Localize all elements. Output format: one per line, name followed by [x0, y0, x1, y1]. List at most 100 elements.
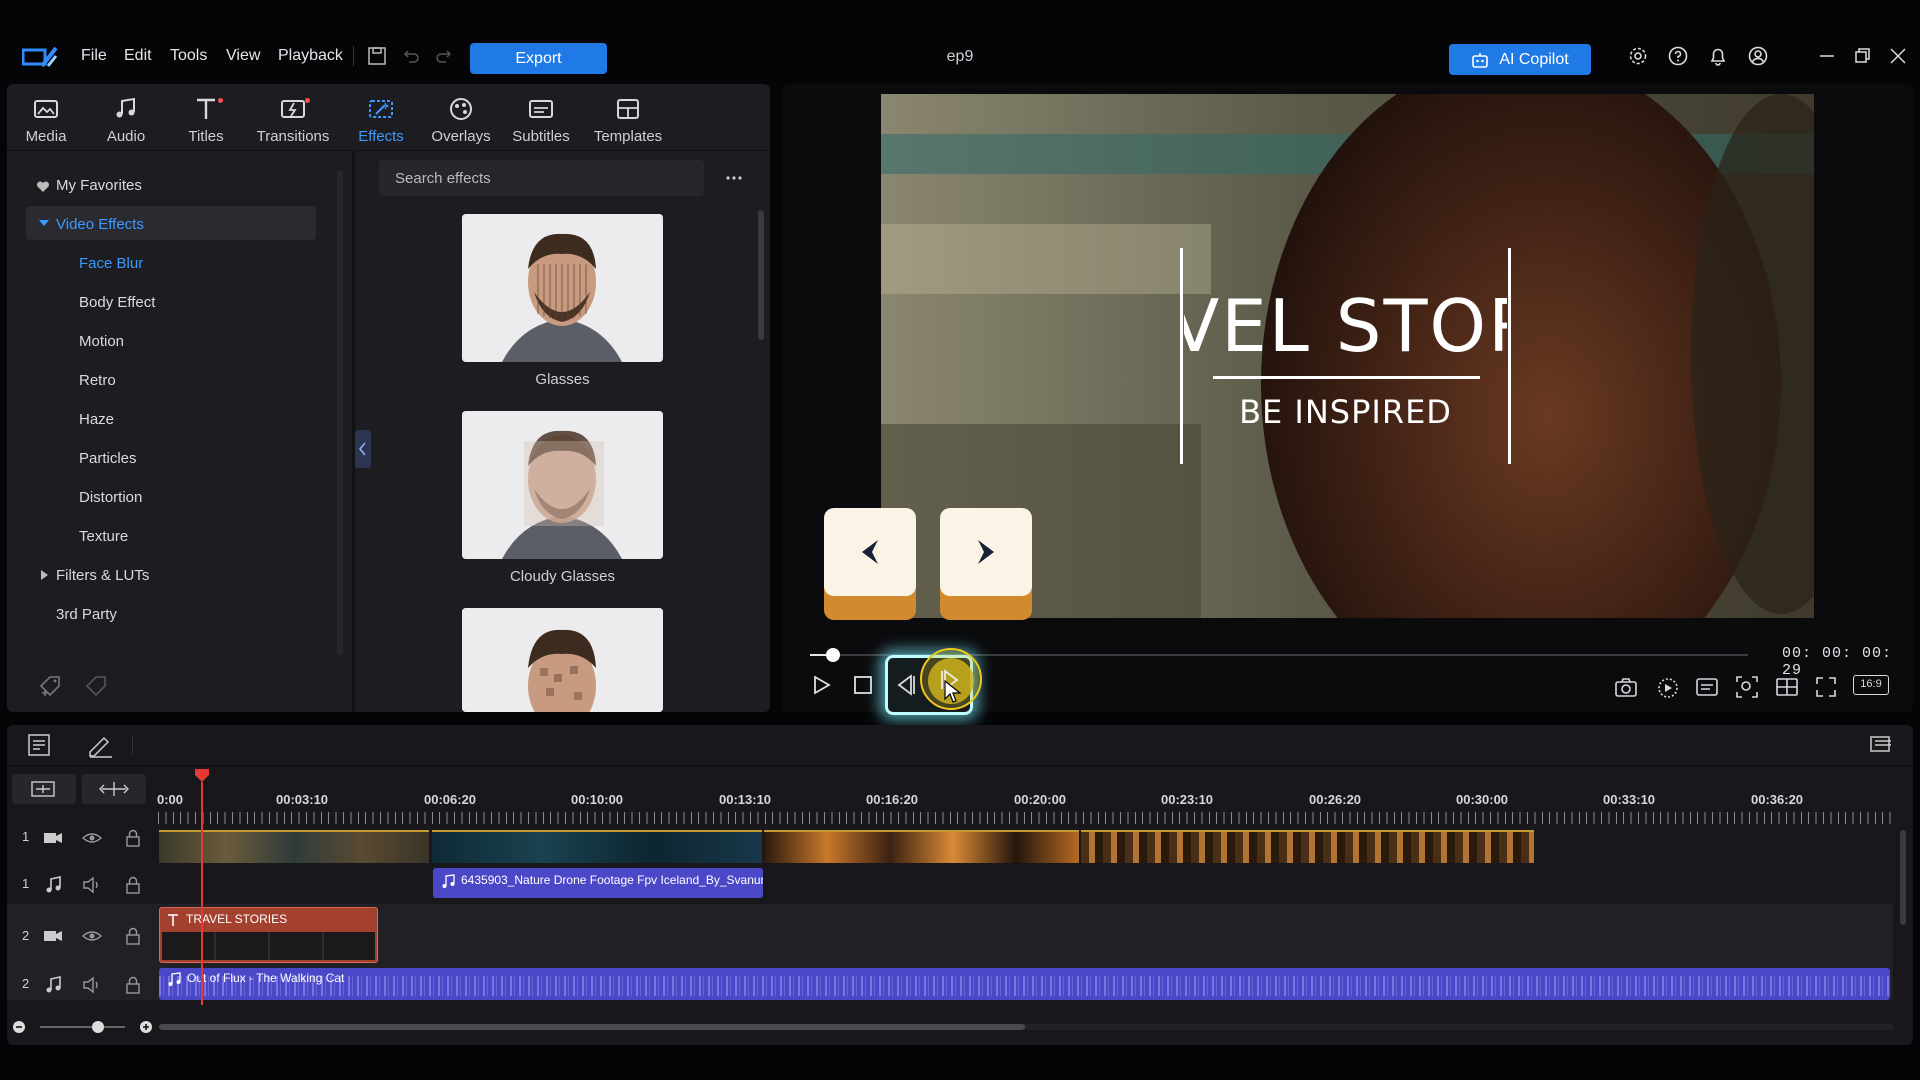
category-motion[interactable]: Motion — [79, 333, 124, 350]
help-icon[interactable] — [1667, 45, 1689, 67]
ruler-label: 00:13:10 — [719, 792, 772, 807]
pen-tool-icon[interactable] — [86, 732, 114, 758]
zoom-slider-handle[interactable] — [92, 1021, 104, 1033]
zoom-slider-track[interactable] — [40, 1026, 125, 1028]
fullscreen-icon[interactable] — [1813, 674, 1839, 700]
close-icon[interactable] — [1887, 45, 1909, 67]
fit-timeline-button[interactable] — [82, 774, 146, 804]
category-my-favorites[interactable]: My Favorites — [56, 177, 142, 194]
category-retro[interactable]: Retro — [79, 372, 116, 389]
menu-file[interactable]: File — [81, 47, 107, 65]
more-options-icon[interactable] — [724, 170, 744, 186]
export-button[interactable]: Export — [470, 43, 607, 74]
search-effects-input[interactable]: Search effects — [379, 160, 704, 196]
collapse-panel-button[interactable] — [355, 430, 371, 468]
subtitle-toggle-icon[interactable] — [1694, 674, 1720, 700]
menu-edit[interactable]: Edit — [124, 47, 152, 65]
ruler-ticks[interactable] — [158, 812, 1893, 824]
effects-scrollbar[interactable] — [758, 210, 764, 340]
tab-titles[interactable]: Titles — [166, 94, 246, 154]
tab-audio[interactable]: Audio — [86, 94, 166, 154]
audio-clip-drone[interactable]: 6435903_Nature Drone Footage Fpv Iceland… — [433, 868, 763, 898]
ruler-label: 00:03:10 — [276, 792, 329, 807]
play-icon[interactable] — [809, 673, 833, 697]
add-track-button[interactable] — [12, 774, 76, 804]
tab-effects[interactable]: Effects — [341, 94, 421, 154]
category-filters-luts[interactable]: Filters & LUTs — [56, 567, 149, 584]
undo-icon[interactable] — [400, 45, 422, 67]
playhead-line[interactable] — [201, 782, 203, 1005]
ruler-label: 00:26:20 — [1309, 792, 1362, 807]
category-scrollbar[interactable] — [337, 170, 343, 655]
preview-scrub-handle[interactable] — [826, 648, 840, 662]
video-clip[interactable] — [432, 830, 762, 863]
video-clip[interactable] — [764, 830, 1079, 863]
video-clip[interactable] — [159, 830, 429, 863]
timeline-settings-icon[interactable] — [1868, 732, 1896, 758]
category-distortion[interactable]: Distortion — [79, 489, 142, 506]
lock-icon[interactable] — [123, 926, 143, 946]
ruler-label: 00:10:00 — [571, 792, 624, 807]
category-3rd-party[interactable]: 3rd Party — [56, 606, 117, 623]
expanded-triangle-icon[interactable] — [39, 218, 49, 228]
notification-bell-icon[interactable] — [1707, 45, 1729, 67]
title-clip[interactable]: TRAVEL STORIES — [159, 907, 378, 963]
menu-tools[interactable]: Tools — [170, 47, 207, 65]
category-video-effects[interactable]: Video Effects — [56, 216, 144, 233]
video-clip[interactable] — [1081, 830, 1534, 863]
collapsed-triangle-icon[interactable] — [41, 570, 49, 580]
timeline-edit-icon[interactable] — [26, 732, 52, 758]
settings-icon[interactable] — [1627, 45, 1649, 67]
ruler-label: 00:33:10 — [1603, 792, 1656, 807]
menu-view[interactable]: View — [226, 47, 260, 65]
previous-frame-icon[interactable] — [893, 672, 919, 698]
menu-playback[interactable]: Playback — [278, 47, 343, 65]
audio-clip-music[interactable]: Out of Flux - The Walking Cat — [159, 968, 1890, 1000]
redo-icon[interactable] — [433, 45, 455, 67]
visibility-eye-icon[interactable] — [82, 828, 102, 848]
category-body-effect[interactable]: Body Effect — [79, 294, 155, 311]
timeline-toolbar-divider — [7, 765, 1913, 766]
remove-tag-icon[interactable] — [84, 674, 110, 698]
category-particles[interactable]: Particles — [79, 450, 137, 467]
effect-thumbnail-cloudy-glasses[interactable] — [462, 411, 663, 559]
effect-thumbnail-glasses[interactable] — [462, 214, 663, 362]
minimize-icon[interactable] — [1816, 45, 1838, 67]
tab-templates[interactable]: Templates — [588, 94, 668, 154]
title-clip-thumbnails — [162, 932, 375, 960]
stop-icon[interactable] — [853, 675, 873, 695]
add-tag-icon[interactable] — [38, 674, 64, 698]
ruler-label: 00:06:20 — [424, 792, 477, 807]
effect-thumbnail-third[interactable] — [462, 608, 663, 712]
tab-media[interactable]: Media — [6, 94, 86, 154]
timeline-vertical-scrollbar[interactable] — [1900, 830, 1906, 925]
timeline-horizontal-scroll-thumb[interactable] — [159, 1024, 1025, 1030]
audio-track-icon — [43, 875, 63, 895]
visibility-eye-icon[interactable] — [82, 926, 102, 946]
restore-icon[interactable] — [1851, 45, 1873, 67]
category-face-blur[interactable]: Face Blur — [79, 255, 143, 272]
zoom-out-icon[interactable] — [12, 1020, 26, 1034]
aspect-ratio-button[interactable]: 16:9 — [1853, 675, 1889, 695]
lock-icon[interactable] — [123, 975, 143, 995]
lock-icon[interactable] — [123, 828, 143, 848]
snapshot-camera-icon[interactable] — [1613, 674, 1639, 700]
zoom-in-icon[interactable] — [139, 1020, 153, 1034]
category-haze[interactable]: Haze — [79, 411, 114, 428]
tab-transitions[interactable]: Transitions — [253, 94, 333, 154]
title-bar: File Edit Tools View Playback Export ep9… — [0, 0, 1920, 82]
category-texture[interactable]: Texture — [79, 528, 128, 545]
ai-copilot-button[interactable]: AI Copilot — [1449, 44, 1591, 75]
speaker-icon[interactable] — [82, 875, 102, 895]
templates-icon — [613, 94, 643, 124]
save-icon[interactable] — [366, 45, 388, 67]
lock-icon[interactable] — [123, 875, 143, 895]
zoom-preview-icon[interactable] — [1734, 674, 1760, 700]
playhead-handle[interactable] — [195, 769, 209, 783]
tab-overlays[interactable]: Overlays — [421, 94, 501, 154]
speaker-icon[interactable] — [82, 975, 102, 995]
layout-toggle-icon[interactable] — [1774, 674, 1800, 700]
account-icon[interactable] — [1747, 45, 1769, 67]
tab-subtitles[interactable]: Subtitles — [501, 94, 581, 154]
render-preview-icon[interactable] — [1655, 674, 1681, 700]
